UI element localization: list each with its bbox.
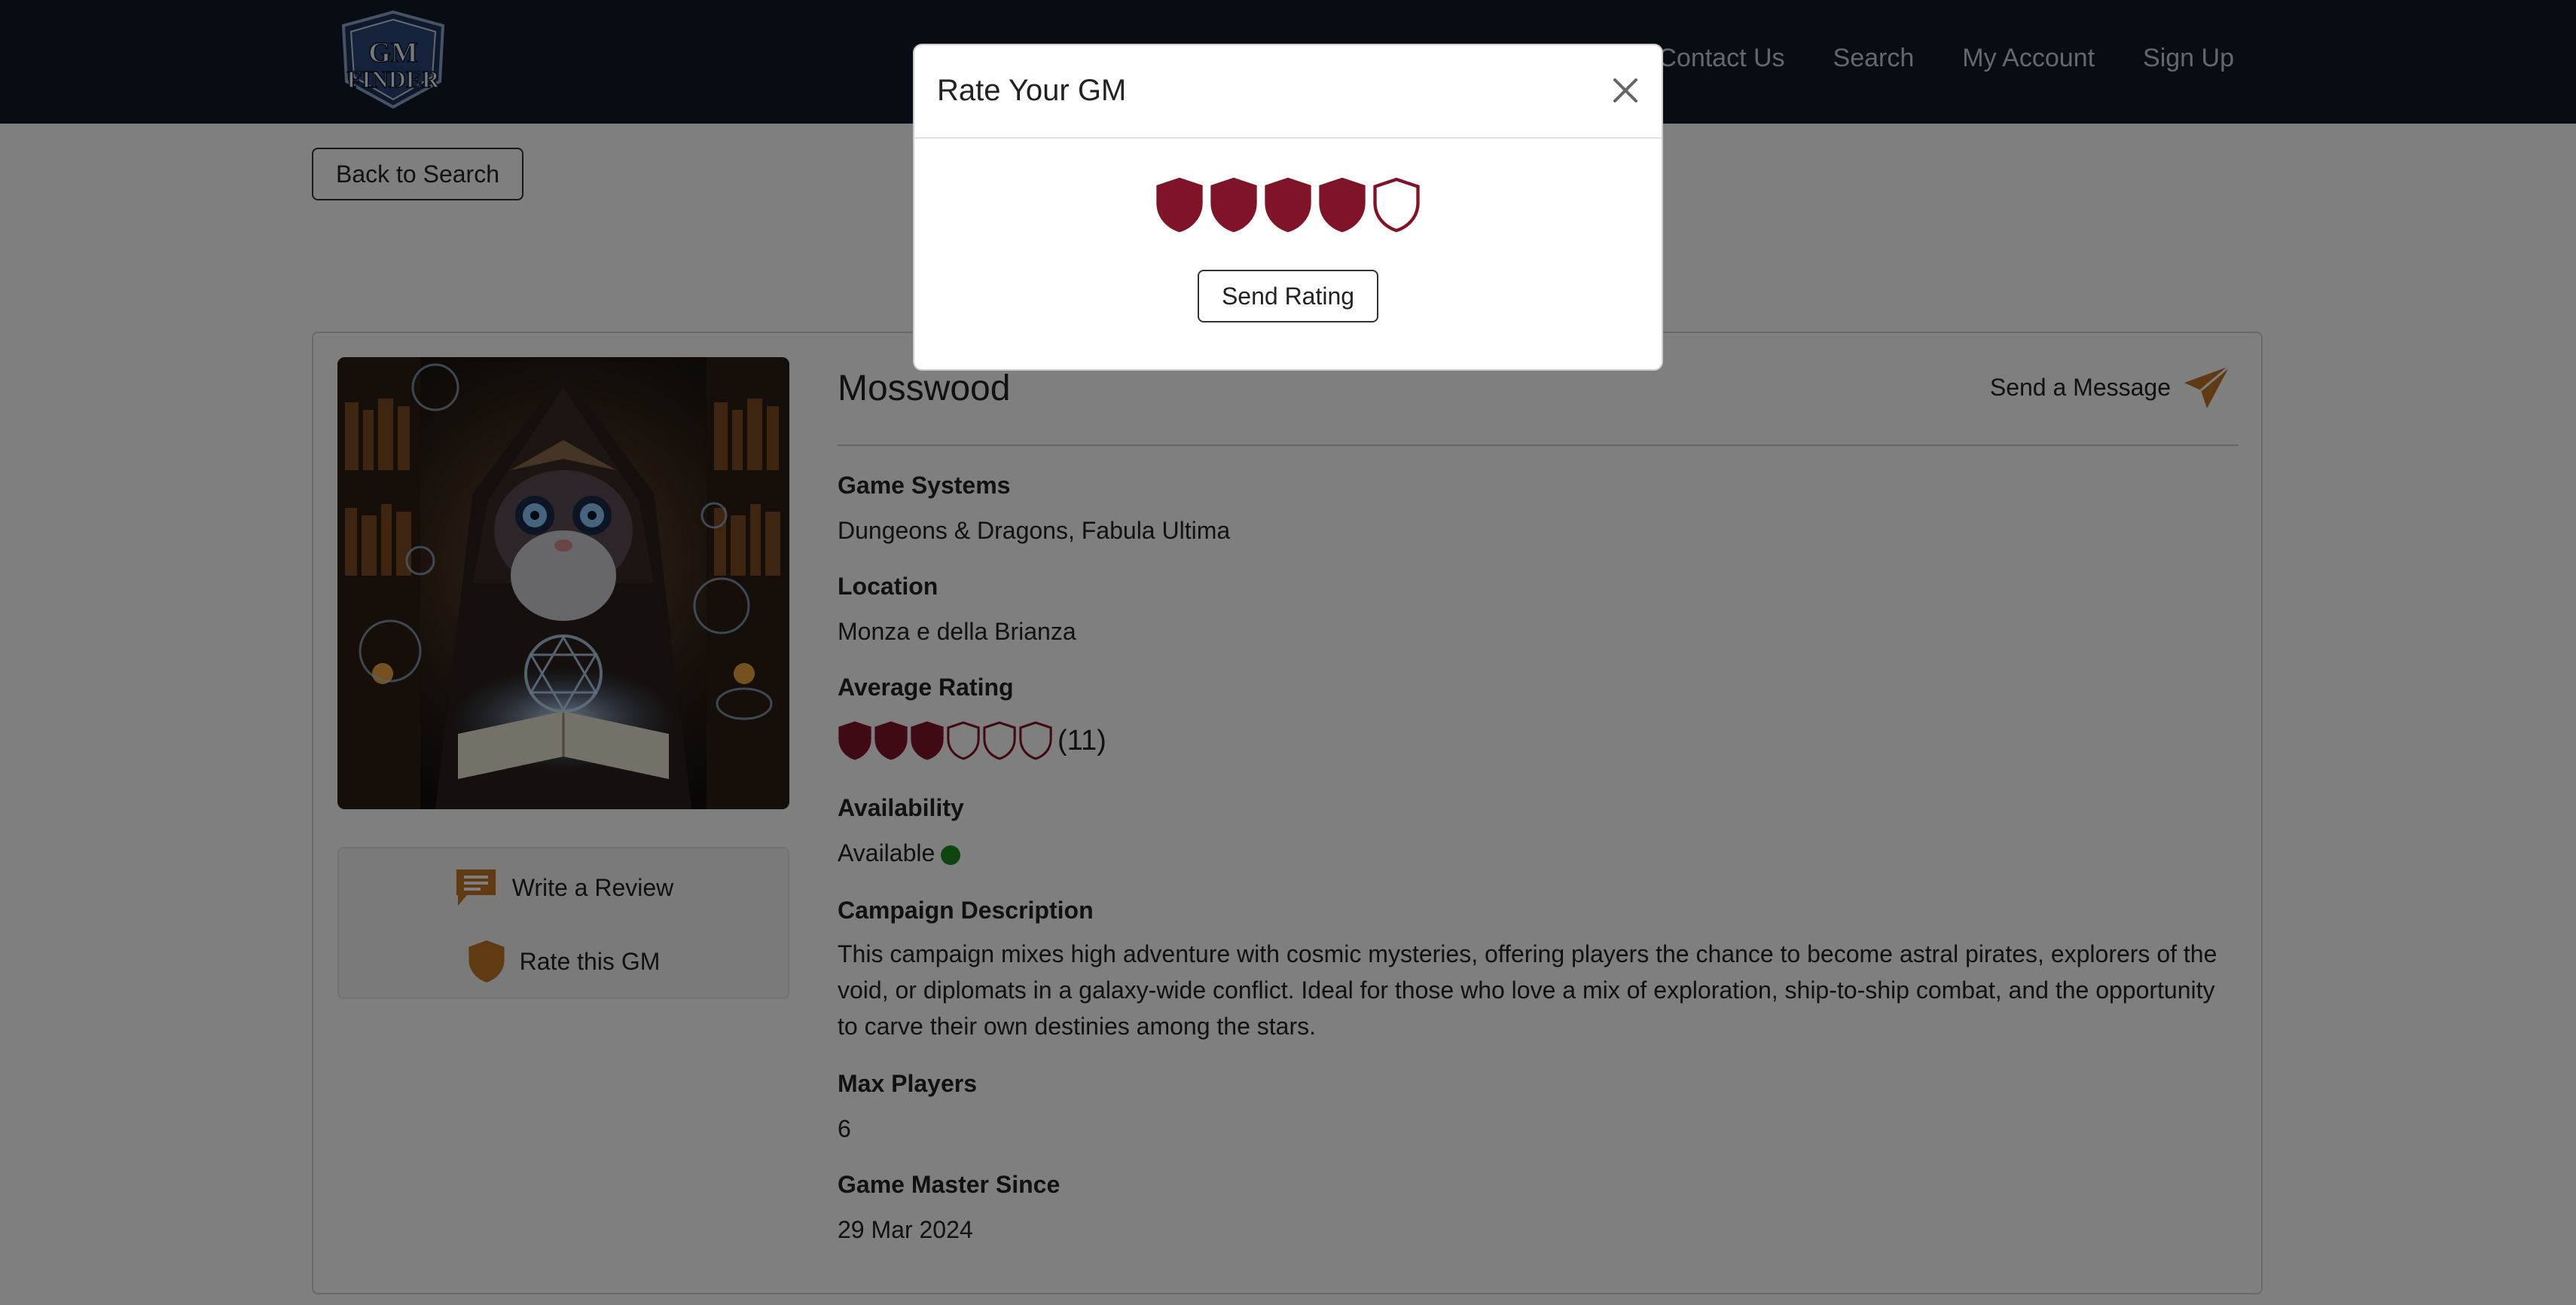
rating-shield-selector [914,176,1662,234]
modal-header: Rate Your GM [914,45,1662,139]
rate-shield-4-icon[interactable] [1317,176,1367,234]
rate-shield-1-icon[interactable] [1155,176,1204,234]
send-rating-button[interactable]: Send Rating [1198,270,1378,322]
rate-shield-5-icon[interactable] [1372,176,1421,234]
modal-title: Rate Your GM [937,74,1127,107]
rate-shield-2-icon[interactable] [1209,176,1259,234]
rate-gm-modal: Rate Your GM Send Rating [913,44,1663,371]
close-icon[interactable] [1607,72,1644,108]
rate-shield-3-icon[interactable] [1263,176,1313,234]
